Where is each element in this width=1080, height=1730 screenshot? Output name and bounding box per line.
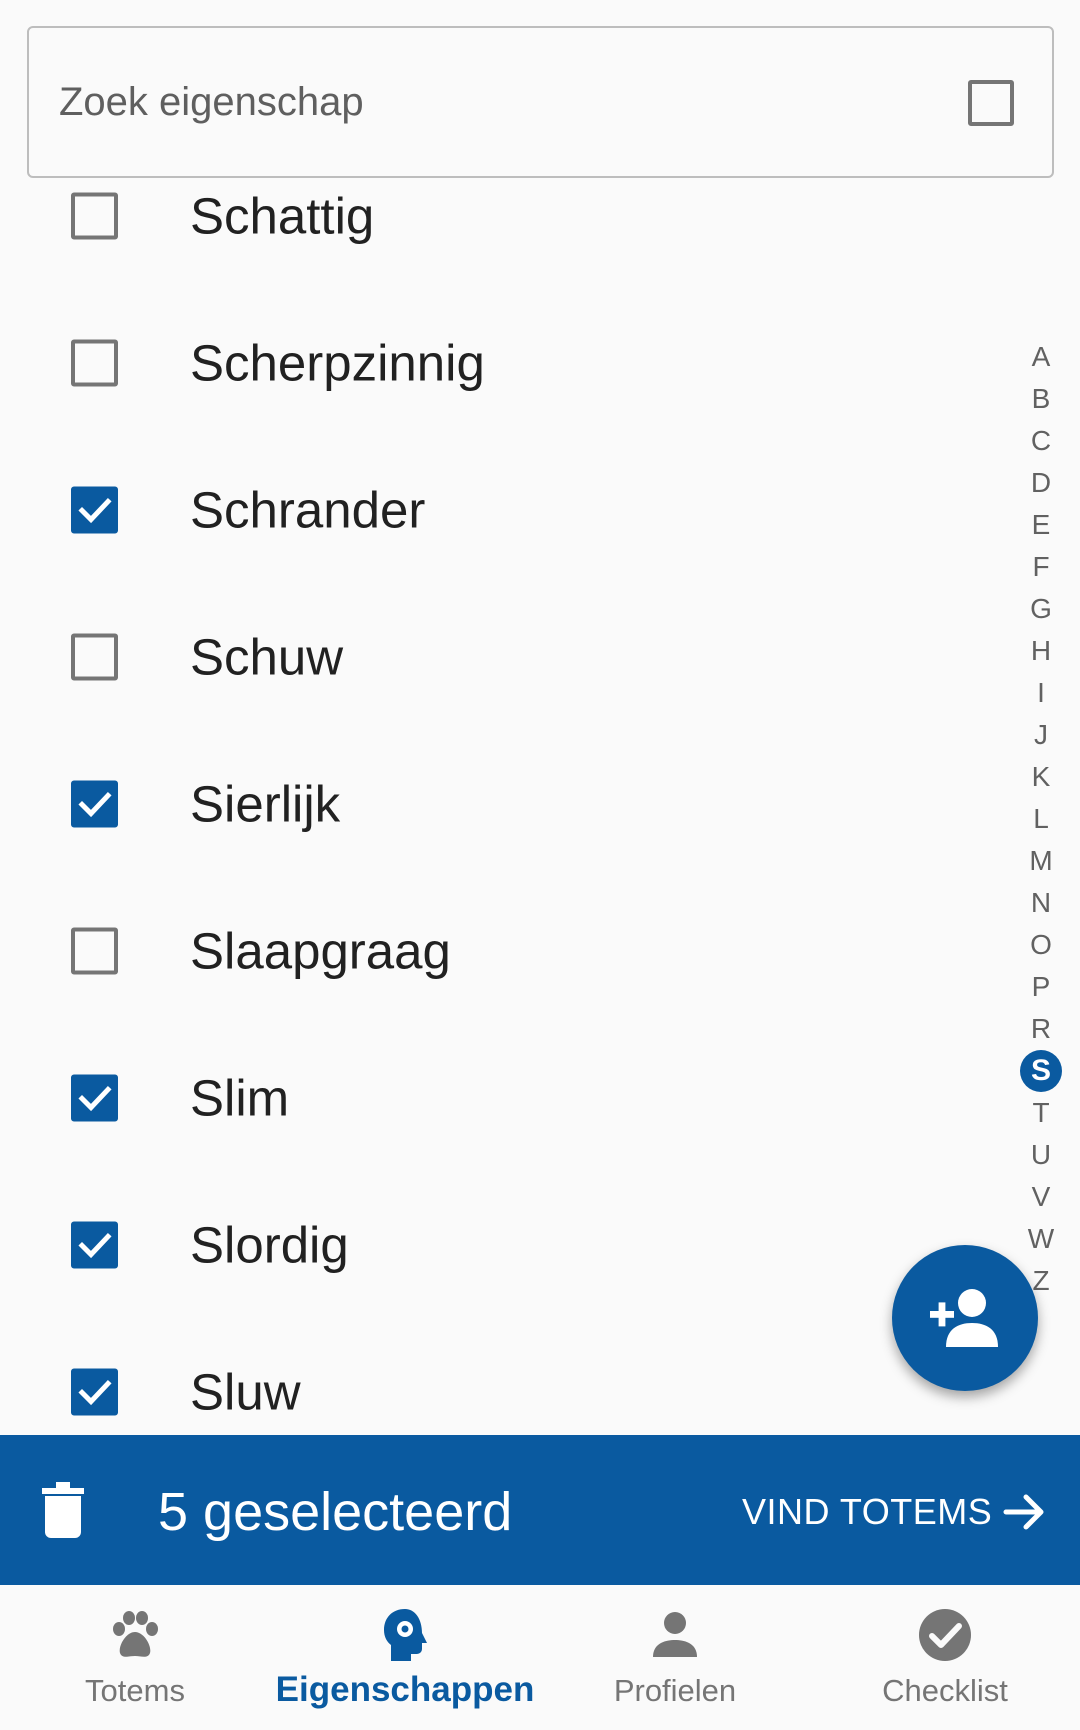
nav-profielen[interactable]: Profielen bbox=[540, 1585, 810, 1730]
checkmark-icon bbox=[78, 791, 112, 817]
alphabet-letter[interactable]: L bbox=[1020, 798, 1062, 840]
property-list: Schattig Scherpzinnig Schrander Schuw Si… bbox=[0, 0, 1000, 1435]
alphabet-letter[interactable]: V bbox=[1020, 1176, 1062, 1218]
list-item[interactable]: Sluw bbox=[0, 1318, 1000, 1435]
find-totems-label: VIND TOTEMS bbox=[742, 1491, 993, 1532]
nav-checklist[interactable]: Checklist bbox=[810, 1585, 1080, 1730]
find-totems-button[interactable]: VIND TOTEMS bbox=[742, 1487, 1048, 1537]
selection-bar: 5 geselecteerd VIND TOTEMS bbox=[0, 1435, 1080, 1585]
alphabet-letter[interactable]: A bbox=[1020, 336, 1062, 378]
list-item[interactable]: Scherpzinnig bbox=[0, 289, 1000, 436]
search-input[interactable] bbox=[59, 28, 939, 176]
checkbox[interactable] bbox=[71, 339, 118, 386]
nav-label: Totems bbox=[85, 1673, 185, 1708]
alphabet-letter[interactable]: T bbox=[1020, 1092, 1062, 1134]
alphabet-letter[interactable]: J bbox=[1020, 714, 1062, 756]
nav-label: Checklist bbox=[882, 1673, 1008, 1708]
head-gear-icon bbox=[384, 1609, 427, 1661]
list-item-label: Slim bbox=[190, 1069, 290, 1126]
alphabet-letter[interactable]: I bbox=[1020, 672, 1062, 714]
add-person-button[interactable] bbox=[892, 1245, 1038, 1391]
checkmark-icon bbox=[78, 1085, 112, 1111]
alphabet-letter[interactable]: K bbox=[1020, 756, 1062, 798]
alphabet-index[interactable]: ABCDEFGHIJKLMNOPRSTUVWZ bbox=[1020, 336, 1062, 1302]
trash-icon[interactable] bbox=[42, 1482, 84, 1538]
alphabet-letter[interactable]: M bbox=[1020, 840, 1062, 882]
checkbox[interactable] bbox=[71, 633, 118, 680]
alphabet-letter[interactable]: H bbox=[1020, 630, 1062, 672]
select-all-checkbox[interactable] bbox=[968, 80, 1014, 126]
checkbox[interactable] bbox=[71, 486, 118, 533]
alphabet-letter[interactable]: P bbox=[1020, 966, 1062, 1008]
checkbox[interactable] bbox=[71, 1074, 118, 1121]
alphabet-letter[interactable]: C bbox=[1020, 420, 1062, 462]
alphabet-letter[interactable]: W bbox=[1020, 1218, 1062, 1260]
alphabet-letter[interactable]: B bbox=[1020, 378, 1062, 420]
checkmark-icon bbox=[78, 497, 112, 523]
checkbox[interactable] bbox=[71, 192, 118, 239]
alphabet-letter[interactable]: R bbox=[1020, 1008, 1062, 1050]
alphabet-letter[interactable]: E bbox=[1020, 504, 1062, 546]
selection-count: 5 geselecteerd bbox=[158, 1482, 513, 1542]
list-item[interactable]: Schrander bbox=[0, 436, 1000, 583]
arrow-right-icon bbox=[1003, 1494, 1044, 1530]
checkbox[interactable] bbox=[71, 1368, 118, 1415]
list-item-label: Schrander bbox=[190, 481, 426, 538]
alphabet-letter[interactable]: N bbox=[1020, 882, 1062, 924]
checkmark-icon bbox=[78, 1232, 112, 1258]
nav-label: Profielen bbox=[613, 1673, 737, 1708]
list-item-label: Scherpzinnig bbox=[190, 334, 485, 391]
checkbox[interactable] bbox=[71, 927, 118, 974]
alphabet-letter[interactable]: S bbox=[1020, 1050, 1062, 1092]
person-icon bbox=[653, 1612, 697, 1657]
list-item[interactable]: Slordig bbox=[0, 1171, 1000, 1318]
person-add-icon bbox=[930, 1289, 998, 1347]
checkbox[interactable] bbox=[71, 780, 118, 827]
checkbox[interactable] bbox=[71, 1221, 118, 1268]
check-circle-icon bbox=[919, 1609, 971, 1661]
search-box bbox=[27, 26, 1054, 178]
alphabet-letter[interactable]: D bbox=[1020, 462, 1062, 504]
alphabet-letter[interactable]: O bbox=[1020, 924, 1062, 966]
list-item[interactable]: Slaapgraag bbox=[0, 877, 1000, 1024]
bottom-navigation: Totems Eigenschappen Profielen Checklist bbox=[0, 1585, 1080, 1730]
list-item-label: Slordig bbox=[190, 1216, 349, 1273]
list-item-label: Sluw bbox=[190, 1363, 301, 1420]
list-item-label: Schattig bbox=[190, 187, 375, 244]
list-item-label: Sierlijk bbox=[190, 775, 341, 832]
list-item[interactable]: Sierlijk bbox=[0, 730, 1000, 877]
list-item-label: Slaapgraag bbox=[190, 922, 451, 979]
alphabet-letter[interactable]: U bbox=[1020, 1134, 1062, 1176]
list-item-label: Schuw bbox=[190, 628, 344, 685]
nav-label: Eigenschappen bbox=[275, 1670, 535, 1709]
alphabet-letter[interactable]: F bbox=[1020, 546, 1062, 588]
checkmark-icon bbox=[78, 1379, 112, 1405]
list-item[interactable]: Slim bbox=[0, 1024, 1000, 1171]
nav-eigenschappen[interactable]: Eigenschappen bbox=[270, 1585, 540, 1730]
alphabet-letter[interactable]: G bbox=[1020, 588, 1062, 630]
nav-totems[interactable]: Totems bbox=[0, 1585, 270, 1730]
list-item[interactable]: Schuw bbox=[0, 583, 1000, 730]
paw-icon bbox=[113, 1611, 158, 1657]
